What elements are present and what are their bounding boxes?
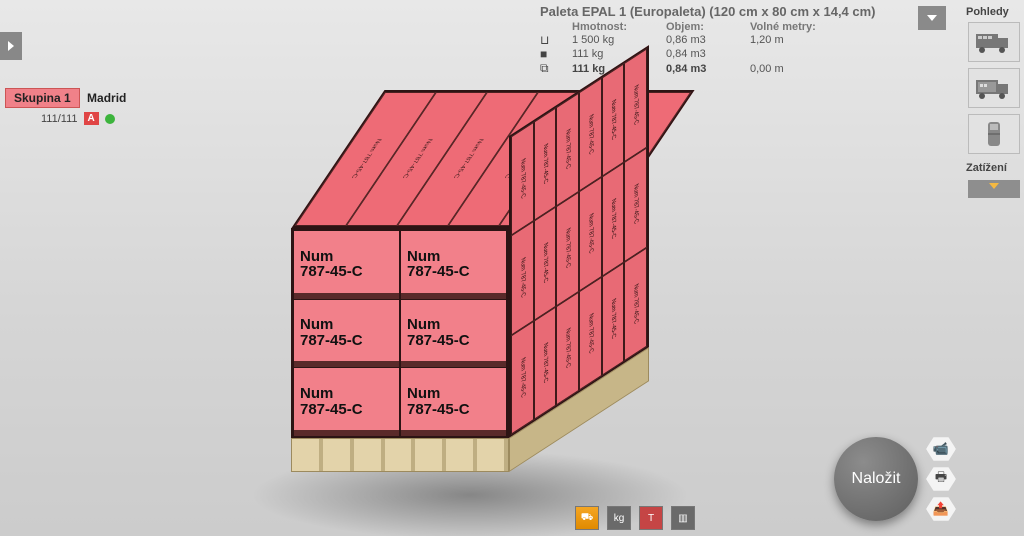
status-dot-icon <box>105 114 115 124</box>
bottom-toolbar: ⛟ kg T ▥ <box>575 506 695 530</box>
group-badge[interactable]: A <box>84 112 99 125</box>
pallet-3d-view[interactable]: Num 787-45-CNum 787-45-CNum 787-45-CNum … <box>280 90 700 490</box>
box-front: Num787-45-C <box>400 367 507 436</box>
col-volume: Objem: <box>666 21 746 33</box>
group-chip[interactable]: Skupina 1 <box>5 88 80 108</box>
print-icon: 🖶 <box>935 468 947 490</box>
col-free: Volné metry: <box>750 21 840 33</box>
truck-side-icon <box>974 28 1014 56</box>
right-sidebar: Pohledy Zatížení <box>964 0 1024 536</box>
box-front: Num787-45-C <box>400 230 507 299</box>
load-label: Zatížení <box>964 162 1007 174</box>
item-icon: ■ <box>540 47 568 61</box>
load-action-button[interactable]: Naložit <box>834 437 918 521</box>
view-truck-side-button[interactable] <box>968 22 1020 62</box>
box-front: Num787-45-C <box>293 230 400 299</box>
group-summary: Skupina 1 Madrid 111/111 A <box>5 88 126 125</box>
box-front: Num787-45-C <box>293 299 400 368</box>
panel-collapse-toggle[interactable] <box>0 32 22 60</box>
box-front: Num787-45-C <box>400 299 507 368</box>
capacity-icon: ⊔ <box>540 33 568 47</box>
total-icon: ⧉ <box>540 61 568 76</box>
chevron-down-icon <box>926 12 938 24</box>
share-icon: 📤 <box>933 501 949 517</box>
print-button[interactable]: 🖶 <box>926 466 956 492</box>
load-indicator[interactable] <box>968 180 1020 198</box>
total-free: 0,00 m <box>750 63 840 75</box>
view-top-button[interactable] <box>968 114 1020 154</box>
col-weight: Hmotnost: <box>572 21 662 33</box>
action-cluster: Naložit 📹 🖶 📤 <box>834 436 956 522</box>
tool-text-button[interactable]: T <box>639 506 663 530</box>
group-city: Madrid <box>87 91 126 105</box>
view-truck-rear-button[interactable] <box>968 68 1020 108</box>
tool-grid-button[interactable]: ▥ <box>671 506 695 530</box>
truck-top-icon <box>974 120 1014 148</box>
truck-rear-icon <box>974 74 1014 102</box>
pallet-title: Paleta EPAL 1 (Europaleta) (120 cm x 80 … <box>540 4 910 19</box>
info-dropdown-button[interactable] <box>918 6 946 30</box>
pallet-front-face: Num787-45-C Num787-45-C Num787-45-C Num7… <box>291 228 509 438</box>
capacity-volume: 0,86 m3 <box>666 34 746 46</box>
share-button[interactable]: 📤 <box>926 496 956 522</box>
pallet-base-front <box>291 438 509 472</box>
chevron-right-icon <box>6 41 16 51</box>
camera-icon: 📹 <box>933 441 949 457</box>
pallet-info-panel: Paleta EPAL 1 (Europaleta) (120 cm x 80 … <box>540 4 910 76</box>
camera-button[interactable]: 📹 <box>926 436 956 462</box>
tool-weight-button[interactable]: kg <box>607 506 631 530</box>
total-volume: 0,84 m3 <box>666 63 746 75</box>
tool-forklift-button[interactable]: ⛟ <box>575 506 599 530</box>
group-count: 111/111 <box>41 113 78 125</box>
box-front: Num787-45-C <box>293 367 400 436</box>
views-label: Pohledy <box>964 6 1009 18</box>
capacity-free: 1,20 m <box>750 34 840 46</box>
item-volume: 0,84 m3 <box>666 48 746 60</box>
